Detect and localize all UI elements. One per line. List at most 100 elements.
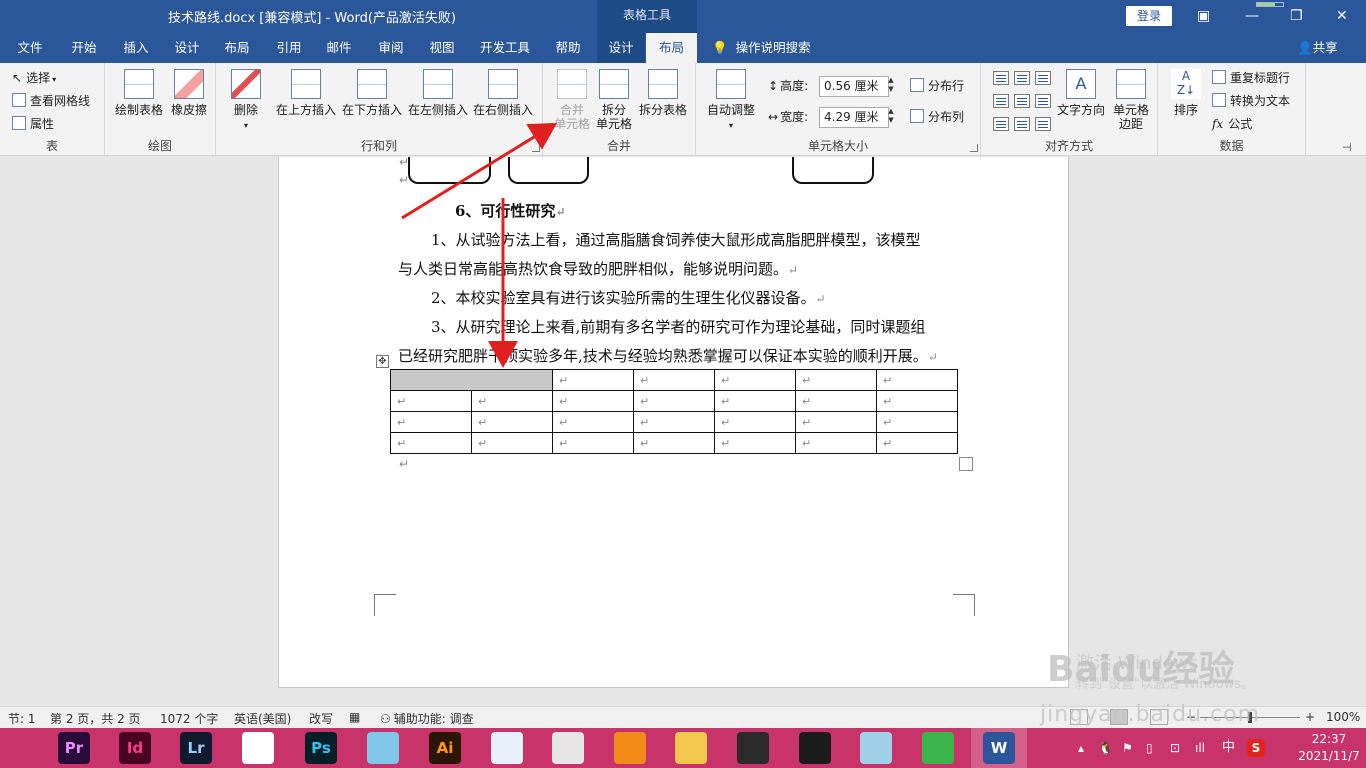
merge-cells-button[interactable]: 合并 单元格 bbox=[549, 69, 595, 131]
table-cell-merged-selected[interactable] bbox=[390, 369, 553, 391]
overtype-mode[interactable]: 改写 bbox=[309, 710, 333, 727]
table-cell[interactable]: ↵ bbox=[876, 432, 958, 454]
tab-developer[interactable]: 开发工具 bbox=[474, 33, 536, 63]
split-table-button[interactable]: 拆分表格 bbox=[635, 69, 691, 117]
illustrator-icon[interactable]: Ai bbox=[429, 732, 461, 764]
table-cell[interactable]: ↵ bbox=[876, 390, 958, 412]
body-line[interactable]: 已经研究肥胖干预实验多年,技术与经验均熟悉掌握可以保证本实验的顺利开展。↵ bbox=[398, 345, 938, 366]
tab-view[interactable]: 视图 bbox=[420, 33, 464, 63]
row-height-field[interactable]: 0.56 厘米 bbox=[819, 76, 889, 97]
cat-app-icon[interactable] bbox=[367, 732, 399, 764]
maximize-icon[interactable]: ❐ bbox=[1290, 8, 1303, 24]
browser-blue-icon[interactable] bbox=[491, 732, 523, 764]
table-cell[interactable]: ↵ bbox=[633, 369, 715, 391]
column-width-field[interactable]: 4.29 厘米 bbox=[819, 107, 889, 128]
system-clock[interactable]: 22:37 2021/11/7 bbox=[1296, 731, 1362, 765]
flowchart-box[interactable] bbox=[508, 157, 589, 184]
flowchart-box[interactable] bbox=[792, 157, 874, 184]
taskbar-slot[interactable]: Lr bbox=[168, 728, 224, 768]
language-indicator[interactable]: 英语(美国) bbox=[234, 710, 291, 727]
table-cell[interactable]: ↵ bbox=[552, 411, 634, 433]
width-spinner-icon[interactable]: ▲ ▼ bbox=[885, 107, 897, 128]
tell-me-search[interactable]: 💡 操作说明搜索 bbox=[712, 33, 811, 63]
taskbar-slot[interactable] bbox=[540, 728, 596, 768]
table-cell[interactable]: ↵ bbox=[390, 432, 472, 454]
indesign-icon[interactable]: Id bbox=[119, 732, 151, 764]
distribute-cols-button[interactable]: 分布列 bbox=[910, 107, 964, 127]
table-cell[interactable]: ↵ bbox=[633, 411, 715, 433]
macro-record-icon[interactable]: ▦ bbox=[349, 710, 360, 724]
text-direction-button[interactable]: A 文字方向 bbox=[1055, 69, 1107, 117]
table-cell[interactable]: ↵ bbox=[390, 390, 472, 412]
taskbar-slot[interactable] bbox=[355, 728, 411, 768]
cell-margins-button[interactable]: 单元格 边距 bbox=[1107, 69, 1155, 131]
distribute-rows-button[interactable]: 分布行 bbox=[910, 76, 964, 96]
tab-design[interactable]: 设计 bbox=[165, 33, 209, 63]
delete-button[interactable]: 删除 ▾ bbox=[226, 69, 266, 133]
body-line[interactable]: 2、本校实验室具有进行该实验所需的生理生化仪器设备。↵ bbox=[431, 287, 826, 308]
photoshop-icon[interactable]: Ps bbox=[305, 732, 337, 764]
qq-icon[interactable] bbox=[799, 732, 831, 764]
file-explorer-icon[interactable] bbox=[675, 732, 707, 764]
zoom-level[interactable]: 100% bbox=[1326, 710, 1360, 724]
split-cells-button[interactable]: 拆分 单元格 bbox=[593, 69, 635, 131]
draw-table-button[interactable]: 绘制表格 bbox=[113, 69, 165, 117]
taskbar-slot[interactable] bbox=[787, 728, 843, 768]
align-bottom-right-icon[interactable] bbox=[1035, 117, 1051, 131]
align-middle-left-icon[interactable] bbox=[993, 94, 1009, 108]
document-canvas[interactable]: ↵ ↵ 6、可行性研究↵ 1、从试验方法上看，通过高脂膳食饲养使大鼠形成高脂肥胖… bbox=[0, 157, 1366, 706]
table-cell[interactable]: ↵ bbox=[876, 369, 958, 391]
autofit-button[interactable]: 自动调整 ▾ bbox=[704, 69, 758, 133]
document-page[interactable]: ↵ ↵ 6、可行性研究↵ 1、从试验方法上看，通过高脂膳食饲养使大鼠形成高脂肥胖… bbox=[278, 157, 1069, 688]
eraser-button[interactable]: 橡皮擦 bbox=[167, 69, 211, 117]
align-bottom-left-icon[interactable] bbox=[993, 117, 1009, 131]
taskbar-slot[interactable] bbox=[725, 728, 781, 768]
minimize-icon[interactable]: — bbox=[1245, 8, 1259, 24]
tab-table-layout[interactable]: 布局 bbox=[646, 33, 697, 63]
word-icon[interactable]: W bbox=[983, 732, 1015, 764]
table-cell[interactable]: ↵ bbox=[633, 390, 715, 412]
view-gridlines-button[interactable]: 查看网格线 bbox=[12, 91, 90, 111]
table-cell[interactable]: ↵ bbox=[714, 432, 796, 454]
taskbar-slot[interactable] bbox=[602, 728, 658, 768]
select-button[interactable]: ↖ 选择 ▾ bbox=[12, 68, 56, 88]
section-heading[interactable]: 6、可行性研究↵ bbox=[455, 200, 566, 221]
show-hidden-icons-icon[interactable]: ▴ bbox=[1078, 728, 1084, 768]
pinwheel-app-icon[interactable] bbox=[242, 732, 274, 764]
align-middle-right-icon[interactable] bbox=[1035, 94, 1051, 108]
table-cell[interactable]: ↵ bbox=[471, 411, 553, 433]
notepad-icon[interactable] bbox=[860, 732, 892, 764]
word-count[interactable]: 1072 个字 bbox=[160, 710, 218, 727]
align-top-right-icon[interactable] bbox=[1035, 71, 1051, 85]
table-cell[interactable]: ↵ bbox=[714, 390, 796, 412]
page-indicator[interactable]: 第 2 页，共 2 页 bbox=[50, 710, 141, 727]
taskbar-slot[interactable]: Pr bbox=[46, 728, 102, 768]
table-cell[interactable]: ↵ bbox=[552, 390, 634, 412]
table-cell[interactable]: ↵ bbox=[714, 369, 796, 391]
taskbar-slot[interactable] bbox=[230, 728, 286, 768]
feishu-icon[interactable] bbox=[922, 732, 954, 764]
flag-tray-icon[interactable]: ⚑ bbox=[1122, 728, 1133, 768]
cell-size-dialog-launcher-icon[interactable] bbox=[970, 144, 978, 152]
tab-references[interactable]: 引用 bbox=[267, 33, 311, 63]
body-line[interactable]: 3、从研究理论上来看,前期有多名学者的研究可作为理论基础，同时课题组 bbox=[431, 316, 925, 337]
table-cell[interactable]: ↵ bbox=[552, 432, 634, 454]
chrome-icon[interactable] bbox=[552, 732, 584, 764]
tab-table-design[interactable]: 设计 bbox=[597, 33, 645, 63]
taskbar-slot[interactable] bbox=[479, 728, 535, 768]
table-cell[interactable]: ↵ bbox=[795, 411, 877, 433]
properties-button[interactable]: 属性 bbox=[12, 114, 54, 134]
wifi-icon[interactable]: ıll bbox=[1195, 728, 1205, 768]
taskbar-slot[interactable]: W bbox=[971, 728, 1027, 768]
qq-tray-icon[interactable]: 🐧 bbox=[1098, 728, 1113, 768]
insert-below-button[interactable]: 在下方插入 bbox=[340, 69, 404, 117]
align-bottom-center-icon[interactable] bbox=[1014, 117, 1030, 131]
table-cell[interactable]: ↵ bbox=[633, 432, 715, 454]
table-cell[interactable]: ↵ bbox=[795, 390, 877, 412]
video-editor-icon[interactable] bbox=[737, 732, 769, 764]
align-top-center-icon[interactable] bbox=[1014, 71, 1030, 85]
tab-home[interactable]: 开始 bbox=[62, 33, 106, 63]
table-cell[interactable]: ↵ bbox=[795, 432, 877, 454]
ribbon-display-options-icon[interactable]: ▣ bbox=[1197, 8, 1210, 24]
body-line[interactable]: 与人类日常高能高热饮食导致的肥胖相似，能够说明问题。↵ bbox=[398, 258, 798, 279]
